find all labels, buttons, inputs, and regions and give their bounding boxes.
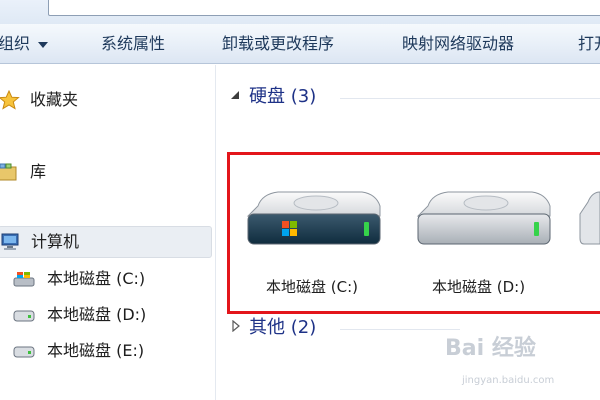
nav-computer-label: 计算机 bbox=[31, 232, 80, 251]
group-divider bbox=[340, 98, 600, 99]
computer-icon bbox=[1, 233, 19, 250]
system-drive-icon bbox=[13, 272, 35, 287]
collapse-triangle-icon[interactable] bbox=[229, 90, 241, 102]
nav-drive-d[interactable]: 本地磁盘 (D:) bbox=[0, 300, 210, 330]
navigation-pane: 收藏夹 库 计算机 本地磁盘 (C:) 本地磁盘 (D:) 本地磁盘 (E:) bbox=[0, 65, 216, 400]
star-icon bbox=[0, 90, 20, 110]
library-icon bbox=[0, 163, 17, 181]
open-control-panel-button[interactable]: 打开 bbox=[578, 24, 600, 64]
hard-drive-icon bbox=[13, 346, 35, 358]
organize-menu-button[interactable]: 组织 bbox=[0, 24, 49, 64]
nav-favorites[interactable]: 收藏夹 bbox=[0, 85, 210, 115]
nav-drive-c-label: 本地磁盘 (C:) bbox=[47, 269, 146, 288]
hard-drive-icon bbox=[13, 310, 35, 322]
nav-drive-c[interactable]: 本地磁盘 (C:) bbox=[0, 264, 210, 294]
organize-label: 组织 bbox=[0, 34, 31, 53]
nav-favorites-label: 收藏夹 bbox=[30, 90, 79, 109]
nav-libraries-label: 库 bbox=[30, 162, 47, 181]
chevron-down-icon bbox=[38, 41, 49, 48]
nav-drive-e-label: 本地磁盘 (E:) bbox=[47, 341, 145, 360]
nav-computer[interactable]: 计算机 bbox=[0, 226, 212, 258]
watermark-url: jingyan.baidu.com bbox=[462, 375, 555, 386]
address-bar-strip bbox=[0, 0, 600, 24]
watermark-logo: Bai 经验 bbox=[445, 336, 536, 361]
highlight-box bbox=[227, 152, 600, 314]
group-header-other[interactable]: 其他 (2) bbox=[249, 313, 316, 343]
group-header-hard-disks[interactable]: 硬盘 (3) bbox=[249, 82, 316, 112]
nav-libraries[interactable]: 库 bbox=[0, 157, 210, 187]
group-divider bbox=[340, 329, 460, 330]
uninstall-program-button[interactable]: 卸载或更改程序 bbox=[222, 24, 334, 64]
command-bar: 组织 系统属性 卸载或更改程序 映射网络驱动器 打开 bbox=[0, 24, 600, 64]
nav-drive-d-label: 本地磁盘 (D:) bbox=[47, 305, 147, 324]
nav-drive-e[interactable]: 本地磁盘 (E:) bbox=[0, 336, 210, 366]
address-bar[interactable] bbox=[48, 0, 600, 16]
map-network-drive-button[interactable]: 映射网络驱动器 bbox=[402, 24, 514, 64]
system-properties-button[interactable]: 系统属性 bbox=[101, 24, 165, 64]
expand-triangle-icon[interactable] bbox=[230, 320, 242, 332]
